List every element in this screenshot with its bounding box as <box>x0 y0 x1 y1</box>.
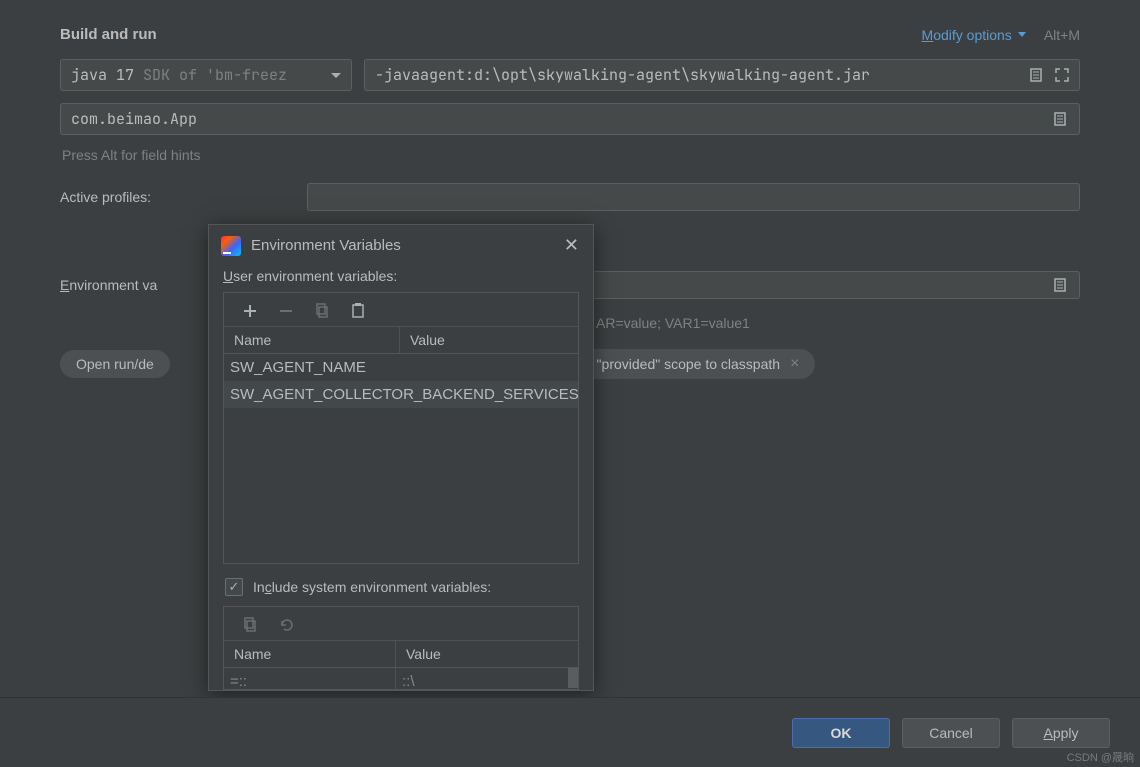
user-env-table[interactable]: SW_AGENT_NAME SW_AGENT_COLLECTOR_BACKEND… <box>223 354 579 564</box>
main-class-input[interactable]: com.beimao.App <box>60 103 1080 135</box>
active-profiles-label: Active profiles: <box>60 189 230 205</box>
column-value[interactable]: Value <box>400 327 578 353</box>
build-run-title: Build and run <box>60 26 157 43</box>
shortcut-hint: Alt+M <box>1044 27 1080 43</box>
table-row[interactable]: SW_AGENT_NAME <box>224 354 578 381</box>
column-value[interactable]: Value <box>396 641 578 667</box>
dialog-title: Environment Variables <box>251 237 401 254</box>
chevron-down-icon <box>1018 32 1026 37</box>
close-icon[interactable]: ✕ <box>564 235 579 256</box>
chevron-down-icon <box>331 73 341 78</box>
include-system-checkbox[interactable]: ✓ <box>225 578 243 596</box>
chip-open-run[interactable]: Open run/de <box>60 350 170 378</box>
add-icon[interactable] <box>242 303 258 319</box>
scrollbar[interactable] <box>568 668 578 688</box>
sys-env-table-header: Name Value <box>223 640 579 668</box>
paste-icon[interactable] <box>350 303 366 319</box>
insert-icon[interactable] <box>1029 67 1045 83</box>
field-hint: Press Alt for field hints <box>62 147 1080 163</box>
dialog-footer: OK Cancel Apply <box>0 697 1140 767</box>
user-env-table-header: Name Value <box>223 326 579 354</box>
include-system-label: Include system environment variables: <box>253 579 491 595</box>
user-env-toolbar <box>223 292 579 326</box>
expand-icon[interactable] <box>1055 68 1069 82</box>
section-header: Build and run Modify options Alt+M <box>60 0 1080 59</box>
user-env-label: User environment variables: <box>209 264 593 292</box>
copy-icon[interactable] <box>314 303 330 319</box>
intellij-icon <box>221 236 241 256</box>
column-name[interactable]: Name <box>224 327 400 353</box>
env-helper-text: AR=value; VAR1=value1 <box>596 315 1080 331</box>
table-row[interactable]: SW_AGENT_COLLECTOR_BACKEND_SERVICES <box>224 381 578 408</box>
modify-options-link[interactable]: Modify options <box>922 27 1026 43</box>
copy-icon[interactable] <box>242 617 258 633</box>
cancel-button[interactable]: Cancel <box>902 718 1000 748</box>
close-icon[interactable]: × <box>790 355 799 373</box>
ok-button[interactable]: OK <box>792 718 890 748</box>
insert-icon[interactable] <box>1053 277 1069 293</box>
sys-env-toolbar <box>223 606 579 640</box>
insert-icon[interactable] <box>1053 111 1069 127</box>
remove-icon[interactable] <box>278 303 294 319</box>
undo-icon[interactable] <box>278 617 294 633</box>
apply-button[interactable]: Apply <box>1012 718 1110 748</box>
table-row[interactable]: =:: ::\ <box>223 668 579 690</box>
env-variables-label: Environment va <box>60 277 230 293</box>
vm-options-input[interactable]: -javaagent:d:\opt\skywalking-agent\skywa… <box>364 59 1080 91</box>
active-profiles-input[interactable] <box>307 183 1080 211</box>
column-name[interactable]: Name <box>224 641 396 667</box>
sdk-dropdown[interactable]: java 17 SDK of 'bm-freez <box>60 59 352 91</box>
env-variables-dialog: Environment Variables ✕ User environment… <box>208 224 594 691</box>
